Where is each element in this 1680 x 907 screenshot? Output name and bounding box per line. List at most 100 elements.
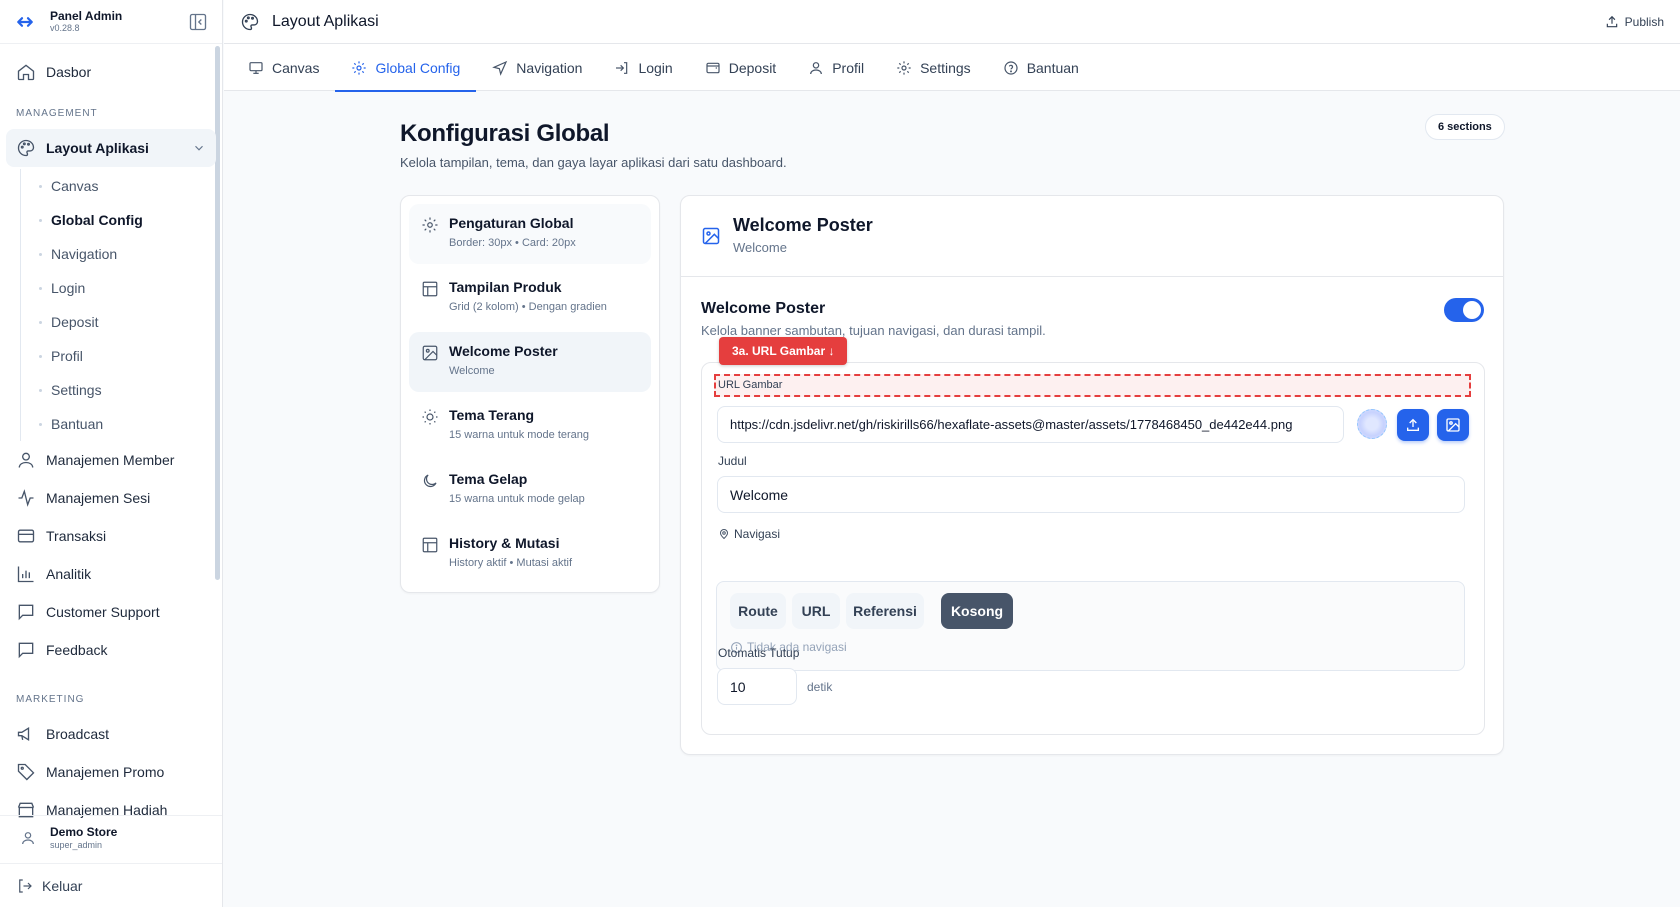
image-icon: [1445, 417, 1461, 433]
section-description: Kelola banner sambutan, tujuan navigasi,…: [701, 323, 1046, 338]
annotation-flag: 3a. URL Gambar ↓: [719, 337, 848, 365]
section-desc: Grid (2 kolom) • Dengan gradien: [449, 301, 607, 313]
nav-option-referensi[interactable]: Referensi: [846, 593, 924, 629]
title-input[interactable]: Welcome: [717, 476, 1465, 513]
bar-chart-icon: [16, 564, 36, 584]
section-title: History & Mutasi: [449, 535, 560, 551]
tab-canvas[interactable]: Canvas: [232, 44, 335, 91]
home-icon: [16, 62, 36, 82]
panel-header: Welcome Poster Welcome: [681, 196, 1503, 277]
layout-icon: [421, 536, 439, 554]
section-item-tema-terang[interactable]: Tema Terang 15 warna untuk mode terang: [409, 396, 651, 456]
logout-icon: [16, 877, 34, 895]
map-pin-icon: [718, 528, 730, 540]
tab-deposit[interactable]: Deposit: [689, 44, 792, 91]
main-content: Konfigurasi Global Kelola tampilan, tema…: [224, 92, 1680, 907]
tag-icon: [16, 762, 36, 782]
sidebar-subitem-settings[interactable]: Settings: [21, 373, 222, 407]
gear-icon: [896, 60, 912, 76]
sidebar-subitem-bantuan[interactable]: Bantuan: [21, 407, 222, 441]
annotation-highlight: [714, 374, 1471, 397]
top-bar: Layout Aplikasi Publish: [224, 0, 1680, 44]
sidebar-subitem-login[interactable]: Login: [21, 271, 222, 305]
welcome-poster-toggle[interactable]: [1444, 298, 1484, 322]
section-item-tampilan-produk[interactable]: Tampilan Produk Grid (2 kolom) • Dengan g…: [409, 268, 651, 328]
nav-option-url[interactable]: URL: [792, 593, 840, 629]
sidebar-item-broadcast[interactable]: Broadcast: [0, 715, 222, 753]
logout-button[interactable]: Keluar: [0, 863, 222, 907]
sidebar-item-feedback[interactable]: Feedback: [0, 631, 222, 669]
help-circle-icon: [1003, 60, 1019, 76]
sidebar-header: Panel Admin v0.28.8: [0, 0, 222, 44]
sidebar-item-label: Layout Aplikasi: [46, 140, 149, 156]
sidebar-item-member[interactable]: Manajemen Member: [0, 441, 222, 479]
upload-image-button[interactable]: [1397, 409, 1429, 441]
image-preview-thumbnail[interactable]: [1357, 409, 1387, 439]
sidebar-toggle-icon[interactable]: [188, 12, 208, 32]
app-version: v0.28.8: [50, 23, 80, 33]
sidebar-item-support[interactable]: Customer Support: [0, 593, 222, 631]
sidebar-item-analitik[interactable]: Analitik: [0, 555, 222, 593]
gear-icon: [351, 60, 367, 76]
image-library-button[interactable]: [1437, 409, 1469, 441]
publish-label: Publish: [1624, 14, 1664, 29]
title-label: Judul: [718, 454, 747, 468]
user-icon: [808, 60, 824, 76]
image-icon: [421, 344, 439, 362]
sidebar-item-label: Analitik: [46, 566, 92, 582]
section-desc: Border: 30px • Card: 20px: [449, 237, 576, 249]
sidebar-item-label: Broadcast: [46, 726, 110, 742]
tab-label: Settings: [920, 59, 971, 76]
sidebar: Panel Admin v0.28.8 Dasbor MANAGEMENT La…: [0, 0, 223, 907]
sidebar-subitem-canvas[interactable]: Canvas: [21, 169, 222, 203]
section-item-pengaturan-global[interactable]: Pengaturan Global Border: 30px • Card: 20…: [409, 204, 651, 264]
navigation-selector: Route URL Referensi Kosong Tidak ada nav…: [716, 581, 1465, 671]
moon-icon: [421, 472, 439, 490]
sidebar-item-promo[interactable]: Manajemen Promo: [0, 753, 222, 791]
sidebar-subitem-deposit[interactable]: Deposit: [21, 305, 222, 339]
tab-bantuan[interactable]: Bantuan: [987, 44, 1095, 91]
tab-label: Global Config: [375, 59, 461, 76]
page-header-title: Layout Aplikasi: [272, 12, 379, 30]
section-desc: Welcome: [449, 365, 495, 377]
section-desc: History aktif • Mutasi aktif: [449, 557, 573, 569]
tab-label: Login: [638, 59, 673, 76]
sidebar-subitem-profil[interactable]: Profil: [21, 339, 222, 373]
tab-label: Navigation: [516, 59, 583, 76]
sidebar-item-transaksi[interactable]: Transaksi: [0, 517, 222, 555]
current-user[interactable]: Demo Store super_admin: [0, 815, 222, 859]
user-role: super_admin: [50, 839, 103, 850]
section-title: Tampilan Produk: [449, 279, 562, 295]
app-name: Panel Admin: [50, 9, 123, 23]
section-title: Pengaturan Global: [449, 215, 574, 231]
section-item-tema-gelap[interactable]: Tema Gelap 15 warna untuk mode gelap: [409, 460, 651, 520]
palette-icon: [16, 138, 36, 158]
megaphone-icon: [16, 724, 36, 744]
tab-navigation[interactable]: Navigation: [476, 44, 598, 91]
auto-close-input[interactable]: 10: [717, 668, 797, 705]
layout-submenu: Canvas Global Config Navigation Login De…: [20, 169, 222, 441]
navigation-label: Navigasi: [734, 527, 781, 541]
palette-icon: [240, 12, 260, 32]
tab-global-config[interactable]: Global Config: [335, 44, 477, 92]
sidebar-subitem-global-config[interactable]: Global Config: [21, 203, 222, 237]
tab-login[interactable]: Login: [598, 44, 688, 91]
section-item-history-mutasi[interactable]: History & Mutasi History aktif • Mutasi a…: [409, 524, 651, 584]
sidebar-item-sesi[interactable]: Manajemen Sesi: [0, 479, 222, 517]
sidebar-item-dashboard[interactable]: Dasbor: [0, 53, 222, 91]
tab-settings[interactable]: Settings: [880, 44, 987, 91]
url-input[interactable]: https://cdn.jsdelivr.net/gh/riskirills66…: [717, 406, 1344, 443]
user-icon: [16, 450, 36, 470]
gear-icon: [421, 216, 439, 234]
nav-option-kosong[interactable]: Kosong: [941, 593, 1013, 629]
publish-button[interactable]: Publish: [1605, 15, 1664, 29]
nav-option-route[interactable]: Route: [730, 593, 786, 629]
panel-title: Welcome Poster: [733, 215, 873, 235]
page-subtitle: Kelola tampilan, tema, dan gaya layar ap…: [400, 155, 787, 170]
sidebar-subitem-navigation[interactable]: Navigation: [21, 237, 222, 271]
section-desc: 15 warna untuk mode terang: [449, 429, 590, 441]
sidebar-item-label: Transaksi: [46, 528, 107, 544]
sidebar-group-layout[interactable]: Layout Aplikasi: [6, 129, 216, 167]
tab-profil[interactable]: Profil: [792, 44, 880, 91]
section-item-welcome-poster[interactable]: Welcome Poster Welcome: [409, 332, 651, 392]
